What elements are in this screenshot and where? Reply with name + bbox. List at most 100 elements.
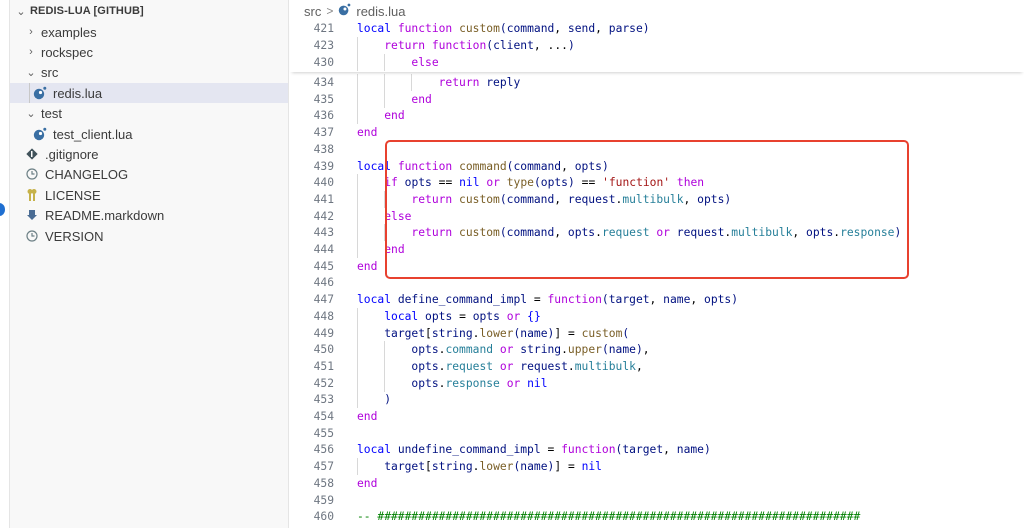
code-editor[interactable]: src > redis.lua 421 local function custom… <box>290 0 1024 528</box>
code-line[interactable]: 445 end <box>290 258 1024 275</box>
line-number: 439 <box>313 159 334 173</box>
code-line[interactable]: 444 end <box>290 241 1024 258</box>
tree-item-license[interactable]: LICENSE <box>10 185 288 205</box>
explorer-root-label: REDIS-LUA [GITHUB] <box>30 5 144 17</box>
code-line[interactable]: 456 local undefine_command_impl = functio… <box>290 441 1024 458</box>
code-line[interactable]: 448 local opts = opts or {} <box>290 308 1024 325</box>
line-number: 458 <box>313 476 334 490</box>
lua-file-icon <box>32 85 48 101</box>
tree-item-label: src <box>41 64 59 80</box>
line-code: local function custom(command, send, par… <box>357 22 650 35</box>
code-line[interactable]: 452 opts.response or nil <box>290 375 1024 392</box>
sticky-line[interactable]: 421 local function custom(command, send, … <box>290 20 1024 37</box>
code-line[interactable]: 435 end <box>290 91 1024 108</box>
code-line[interactable]: 434 return reply <box>290 74 1024 91</box>
tree-item-label: examples <box>41 24 97 40</box>
tree-item-label: test_client.lua <box>53 126 133 142</box>
code-line[interactable]: 458 end <box>290 475 1024 492</box>
line-code: end <box>357 476 378 490</box>
tree-item-changelog[interactable]: CHANGELOG <box>10 164 288 184</box>
chevron-right-icon: › <box>29 46 33 58</box>
line-number: 455 <box>313 426 334 440</box>
code-line[interactable]: 460 -- ##################################… <box>290 508 1024 525</box>
line-code: local undefine_command_impl = function(t… <box>357 443 711 457</box>
line-number: 457 <box>313 460 334 474</box>
code-line[interactable]: 457 target[string.lower(name)] = nil <box>290 458 1024 475</box>
code-line[interactable]: 446 <box>290 274 1024 291</box>
code-line[interactable]: 439 local function command(command, opts) <box>290 158 1024 175</box>
code-line[interactable]: 440 if opts == nil or type(opts) == 'fun… <box>290 174 1024 191</box>
line-number: 444 <box>313 243 334 256</box>
code-line[interactable]: 441 return custom(command, request.multi… <box>290 191 1024 208</box>
line-number: 460 <box>313 510 334 524</box>
tree-item-redis-lua[interactable]: redis.lua <box>10 83 288 103</box>
line-number: 456 <box>313 443 334 457</box>
line-number: 423 <box>313 39 334 52</box>
clock-icon <box>24 166 40 182</box>
indent-guide <box>357 90 358 108</box>
lua-file-icon <box>338 3 351 19</box>
line-code: local define_command_impl = function(tar… <box>357 293 739 307</box>
indent-guide <box>357 357 358 375</box>
line-number: 442 <box>313 209 334 223</box>
code-line[interactable]: 455 <box>290 425 1024 442</box>
tree-item-readme[interactable]: README.markdown <box>10 205 288 225</box>
code-line[interactable]: 453 ) <box>290 391 1024 408</box>
tree-item-src[interactable]: ⌄ src <box>10 62 288 82</box>
line-code: return function(client, ...) <box>384 39 575 52</box>
sticky-line[interactable]: 430 else <box>290 54 1024 71</box>
code-line[interactable]: 449 target[string.lower(name)] = custom( <box>290 325 1024 342</box>
tree-item-test[interactable]: ⌄ test <box>10 103 288 123</box>
tree-item-label: rockspec <box>41 44 94 60</box>
breadcrumb-folder[interactable]: src <box>304 4 321 19</box>
line-number: 441 <box>313 192 334 206</box>
line-code: end <box>357 410 378 423</box>
indent-guide <box>357 241 358 258</box>
code-line[interactable]: 438 <box>290 141 1024 158</box>
code-line[interactable]: 443 return custom(command, opts.request … <box>290 224 1024 241</box>
key-license-icon <box>24 187 40 203</box>
code-line[interactable]: 450 opts.command or string.upper(name), <box>290 341 1024 358</box>
tree-item-label: VERSION <box>45 228 104 244</box>
tree-item-version[interactable]: VERSION <box>10 226 288 246</box>
line-code: return custom(command, request.multibulk… <box>411 192 732 206</box>
tree-item-gitignore[interactable]: .gitignore <box>10 144 288 164</box>
line-code: ) <box>384 393 392 407</box>
line-number: 445 <box>313 259 334 273</box>
sticky-line[interactable]: 423 return function(client, ...) <box>290 37 1024 54</box>
indent-guide <box>357 324 358 342</box>
code-line[interactable]: 442 else <box>290 208 1024 225</box>
line-code: end <box>384 243 405 256</box>
indent-guide <box>384 74 386 91</box>
line-number: 447 <box>313 293 334 307</box>
line-code: -- #####################################… <box>357 510 861 524</box>
tree-item-label: CHANGELOG <box>45 166 129 182</box>
lua-file-icon <box>32 126 48 142</box>
code-line[interactable]: 459 <box>290 492 1024 509</box>
git-file-icon <box>24 146 40 162</box>
line-number: 443 <box>313 226 334 240</box>
explorer-root-folder[interactable]: ⌄ REDIS-LUA [GITHUB] <box>14 1 292 21</box>
line-number: 451 <box>313 359 334 373</box>
tree-item-test-client-lua[interactable]: test_client.lua <box>10 124 288 144</box>
indent-guide <box>384 357 386 375</box>
sticky-scroll[interactable]: 421 local function custom(command, send, … <box>290 20 1024 72</box>
indent-guide <box>29 83 30 103</box>
code-line[interactable]: 454 end <box>290 408 1024 425</box>
breadcrumb-file[interactable]: redis.lua <box>356 4 405 19</box>
code-line[interactable]: 451 opts.request or request.multibulk, <box>290 358 1024 375</box>
indent-guide <box>357 458 358 476</box>
line-code: target[string.lower(name)] = custom( <box>384 326 630 340</box>
line-code: if opts == nil or type(opts) == 'functio… <box>384 176 705 190</box>
tree-item-rockspec[interactable]: › rockspec <box>10 42 288 62</box>
line-number: 448 <box>313 309 334 323</box>
line-number: 446 <box>313 276 334 290</box>
line-code: local opts = opts or {} <box>384 309 541 323</box>
code-line[interactable]: 437 end <box>290 124 1024 141</box>
tree-item-examples[interactable]: › examples <box>10 22 288 42</box>
indent-guide <box>357 307 358 325</box>
indent-guide <box>357 207 358 225</box>
line-code: opts.command or string.upper(name), <box>411 343 650 357</box>
code-line[interactable]: 436 end <box>290 107 1024 124</box>
code-line[interactable]: 447 local define_command_impl = function(… <box>290 291 1024 308</box>
